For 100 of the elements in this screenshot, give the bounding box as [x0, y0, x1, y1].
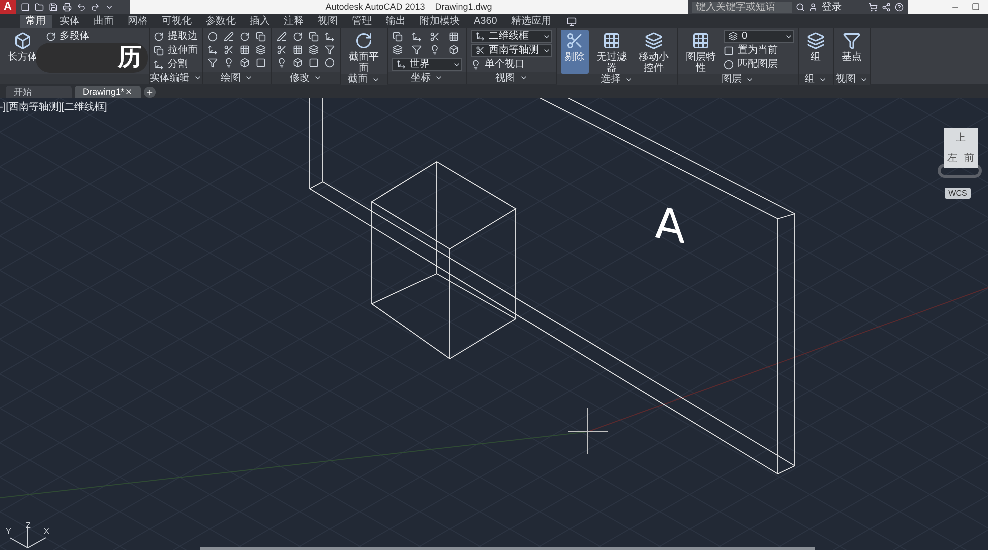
tool-button[interactable]	[255, 57, 267, 69]
ribbon-tab[interactable]: 网格	[122, 15, 154, 28]
tool-button[interactable]	[410, 31, 422, 43]
dropdown[interactable]: 西南等轴测	[471, 44, 552, 57]
layers-icon	[807, 32, 825, 50]
tool-button[interactable]	[223, 44, 235, 56]
tool-button[interactable]	[429, 44, 441, 56]
search-icon[interactable]	[796, 2, 805, 12]
tool-button[interactable]	[276, 57, 288, 69]
ribbon-tab[interactable]: 实体	[54, 15, 86, 28]
ribbon-tab[interactable]: 精选应用	[505, 15, 558, 28]
ribbon-tab[interactable]: 参数化	[200, 15, 242, 28]
tool-button[interactable]	[324, 57, 336, 69]
close-icon[interactable]	[125, 88, 133, 96]
square-icon	[724, 46, 734, 56]
ribbon-button[interactable]: 多段体	[46, 30, 90, 43]
dropdown[interactable]: 世界	[392, 58, 462, 71]
ribbon-button[interactable]: 基点	[838, 30, 866, 74]
ribbon-button[interactable]: 置为当前	[724, 44, 794, 57]
cart-icon[interactable]	[869, 2, 878, 12]
maximize-icon[interactable]	[972, 3, 980, 11]
cube-face-label[interactable]: 左	[944, 148, 961, 168]
copy-icon	[309, 32, 319, 42]
ribbon-tab[interactable]: 注释	[278, 15, 310, 28]
tool-button[interactable]	[308, 57, 320, 69]
cube-face-label[interactable]: 前	[961, 148, 978, 168]
help-icon[interactable]	[895, 2, 904, 12]
ribbon-tab[interactable]: 插入	[244, 15, 276, 28]
ribbon-tab[interactable]: 曲面	[88, 15, 120, 28]
tool-button[interactable]	[392, 31, 404, 43]
filter-icon	[843, 32, 861, 50]
ribbon-button[interactable]: 单个视口	[471, 58, 552, 71]
tool-button[interactable]	[207, 31, 219, 43]
tool-button[interactable]	[308, 31, 320, 43]
tool-button[interactable]	[276, 44, 288, 56]
panel-title: 图层	[722, 74, 742, 85]
ribbon-button[interactable]: 剔除	[561, 30, 589, 74]
tool-button[interactable]	[448, 31, 460, 43]
tool-button[interactable]	[255, 44, 267, 56]
app-logo[interactable]: A	[0, 0, 16, 14]
tool-button[interactable]	[255, 31, 267, 43]
new-tab-button[interactable]	[144, 87, 156, 98]
tool-button[interactable]	[276, 31, 288, 43]
tool-button[interactable]	[292, 57, 304, 69]
sign-in-button[interactable]: 登录	[822, 2, 842, 12]
ribbon-button[interactable]: 截面平面	[345, 30, 383, 74]
tool-button[interactable]	[207, 57, 219, 69]
tool-button[interactable]	[292, 31, 304, 43]
folder-icon[interactable]	[35, 2, 44, 12]
scissors-icon	[566, 32, 584, 50]
ribbon-button[interactable]: 移动小控件	[635, 30, 673, 74]
dropdown[interactable]: 二维线框	[471, 30, 552, 43]
panel-title: 实体编辑	[150, 72, 190, 84]
tool-button[interactable]	[292, 44, 304, 56]
ribbon-tab[interactable]: 视图	[312, 15, 344, 28]
tool-button[interactable]	[207, 44, 219, 56]
undo-icon[interactable]	[77, 2, 86, 12]
scroll-bar[interactable]	[200, 547, 815, 550]
tool-button[interactable]	[239, 57, 251, 69]
tool-button[interactable]	[324, 31, 336, 43]
file-tab[interactable]: 开始	[6, 86, 72, 98]
ribbon-tab[interactable]: 可视化	[156, 15, 198, 28]
tool-button[interactable]	[239, 44, 251, 56]
tool-button[interactable]	[429, 31, 441, 43]
cube-icon	[240, 58, 250, 68]
ribbon-button[interactable]: 匹配图层	[724, 58, 794, 71]
wcs-button[interactable]: WCS	[944, 188, 972, 199]
tool-button[interactable]	[324, 44, 336, 56]
tool-button[interactable]	[410, 44, 422, 56]
ribbon-button[interactable]: 组	[803, 30, 829, 74]
overlay-glyph: 历	[118, 45, 142, 71]
redo-icon[interactable]	[91, 2, 100, 12]
dropdown[interactable]: 0	[724, 30, 794, 43]
tool-button[interactable]	[448, 44, 460, 56]
share-icon[interactable]	[882, 2, 891, 12]
ribbon-button[interactable]: 图层特性	[682, 30, 720, 74]
ribbon-tab[interactable]: 输出	[380, 15, 412, 28]
ribbon-tab[interactable]: 管理	[346, 15, 378, 28]
cube-icon	[14, 32, 32, 50]
ribbon-button[interactable]: 无过滤器	[593, 30, 631, 74]
tool-button[interactable]	[308, 44, 320, 56]
printer-icon[interactable]	[63, 2, 72, 12]
tool-button[interactable]	[392, 44, 404, 56]
ribbon-tab[interactable]: 常用	[20, 15, 52, 28]
file-tab[interactable]: Drawing1*	[75, 86, 141, 98]
ribbon-button[interactable]: 提取边	[154, 30, 198, 43]
user-icon[interactable]	[809, 2, 818, 12]
display-icon[interactable]	[567, 17, 578, 27]
ribbon-tab[interactable]: A360	[468, 15, 504, 28]
circle-icon	[208, 32, 218, 42]
ribbon-button[interactable]: 拉伸面	[154, 44, 198, 57]
tool-button[interactable]	[223, 31, 235, 43]
ribbon-tab[interactable]: 附加模块	[414, 15, 466, 28]
tool-button[interactable]	[223, 57, 235, 69]
new-file-icon[interactable]	[21, 2, 30, 12]
viewport-label[interactable]: -][西南等轴测][二维线框]	[0, 102, 108, 113]
ribbon-button[interactable]: 分割	[154, 58, 198, 71]
cube-face-label[interactable]: 上	[944, 128, 978, 148]
tool-button[interactable]	[239, 31, 251, 43]
save-icon[interactable]	[49, 2, 58, 12]
